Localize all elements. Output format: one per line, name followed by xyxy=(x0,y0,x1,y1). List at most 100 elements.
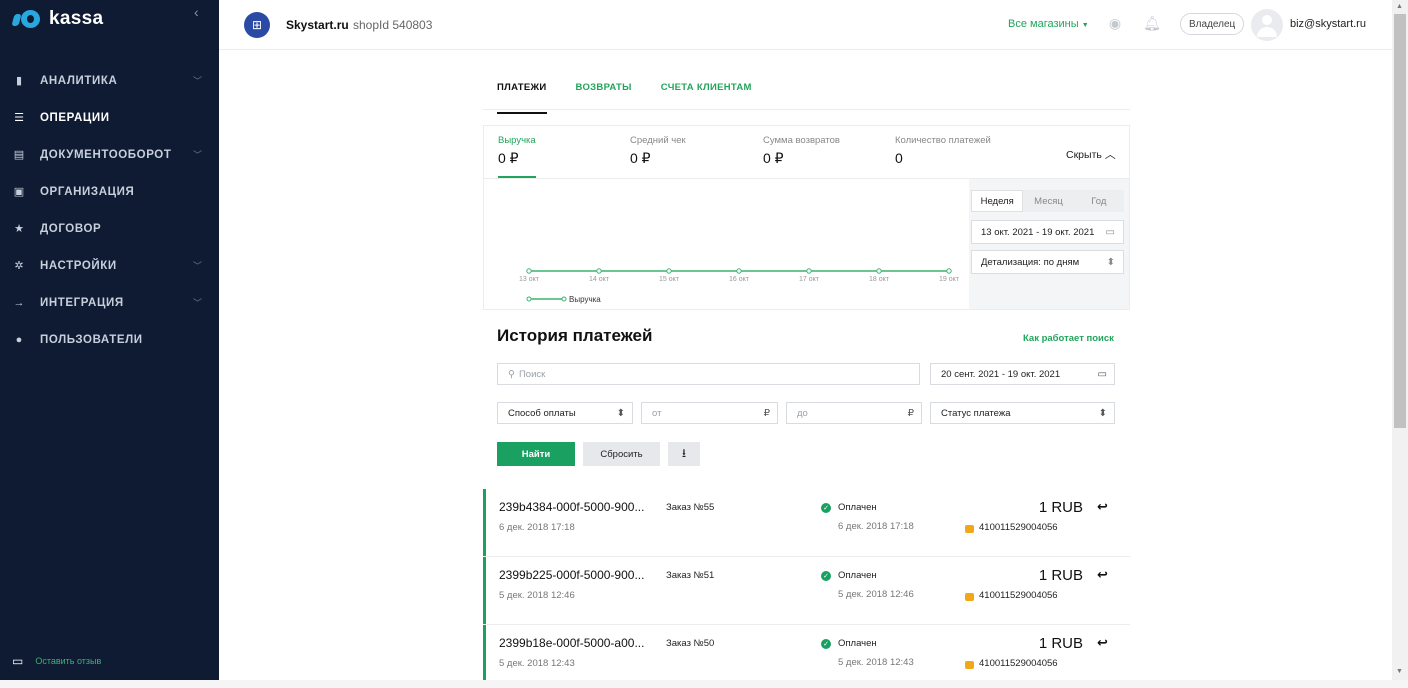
sidebar-item-label: ДОКУМЕНТООБОРОТ xyxy=(40,148,172,161)
refund-icon[interactable]: ↩ xyxy=(1097,567,1108,583)
organization-icon: ▣ xyxy=(13,186,25,198)
status-date: 5 дек. 2018 12:43 xyxy=(838,657,914,668)
payment-row[interactable]: 2399b18e-000f-5000-a00... 5 дек. 2018 12… xyxy=(483,625,1130,688)
app: kassa ‹ ▮ АНАЛИТИКА ﹀ ☰ ОПЕРАЦИИ ▤ ДОКУМ… xyxy=(0,0,1408,688)
x-tick-label: 13 окт xyxy=(519,276,540,283)
stat-refund-sum[interactable]: Сумма возвратов 0 ₽ xyxy=(763,135,840,167)
user-icon: ● xyxy=(15,333,23,346)
x-tick-label: 16 окт xyxy=(729,276,750,283)
sidebar-item-documents[interactable]: ▤ ДОКУМЕНТООБОРОТ ﹀ xyxy=(0,136,219,173)
payment-status: Оплачен xyxy=(838,570,877,581)
amount-from-placeholder: от xyxy=(652,407,662,419)
period-month[interactable]: Месяц xyxy=(1023,190,1074,212)
payment-amount: 1 RUB xyxy=(1038,635,1083,652)
stat-value: 0 ₽ xyxy=(498,150,519,166)
check-icon: ✓ xyxy=(821,639,831,649)
stats-card: Выручка 0 ₽ Средний чек 0 ₽ Сумма возвра… xyxy=(483,125,1130,310)
comment-icon: ▭ xyxy=(12,654,24,668)
wallet-icon xyxy=(965,525,974,533)
stat-payments-count[interactable]: Количество платежей 0 xyxy=(895,135,991,166)
scroll-thumb[interactable] xyxy=(1394,14,1406,428)
sidebar-item-settings[interactable]: ✲ НАСТРОЙКИ ﹀ xyxy=(0,247,219,284)
document-icon: ▤ xyxy=(13,149,25,161)
calendar-icon: ▭ xyxy=(1105,226,1115,238)
chart-date-range[interactable]: 13 окт. 2021 - 19 окт. 2021 ▭ xyxy=(971,220,1124,244)
tabs-divider xyxy=(483,109,1130,110)
gear-icon: ✲ xyxy=(14,260,24,272)
avatar[interactable] xyxy=(1251,9,1283,41)
hide-chart-button[interactable]: Скрыть ︿ xyxy=(1066,146,1116,162)
feedback-link[interactable]: ▭ Оставить отзыв xyxy=(12,654,101,668)
shop-name[interactable]: Skystart.ru xyxy=(286,18,349,32)
refund-icon[interactable]: ↩ xyxy=(1097,499,1108,515)
amount-to-input[interactable]: до ₽ xyxy=(786,402,922,424)
logo[interactable]: kassa xyxy=(11,8,103,30)
payment-amount: 1 RUB xyxy=(1038,499,1083,516)
payment-status-select[interactable]: Статус платежа ⬍ xyxy=(930,402,1115,424)
all-shops-dropdown[interactable]: Все магазины ▼ xyxy=(1008,18,1089,30)
sidebar-item-integration[interactable]: → ИНТЕГРАЦИЯ ﹀ xyxy=(0,284,219,321)
payment-date: 5 дек. 2018 12:43 xyxy=(499,658,575,669)
data-point[interactable] xyxy=(946,268,952,274)
status-date: 6 дек. 2018 17:18 xyxy=(838,521,914,532)
chevron-down-icon: ﹀ xyxy=(193,150,203,160)
check-icon: ✓ xyxy=(821,571,831,581)
page-scrollbar[interactable]: ▲ ▼ xyxy=(1392,0,1408,680)
data-point[interactable] xyxy=(526,268,532,274)
search-input[interactable]: ⚲ Поиск xyxy=(497,363,920,385)
scroll-down-icon[interactable]: ▼ xyxy=(1396,668,1403,675)
stat-caption: Средний чек xyxy=(630,135,686,146)
sidebar-item-operations[interactable]: ☰ ОПЕРАЦИИ xyxy=(0,99,219,136)
sidebar-item-label: АНАЛИТИКА xyxy=(40,74,118,87)
payment-method-label: Способ оплаты xyxy=(508,407,576,419)
payment-account: 410011529004056 xyxy=(979,590,1058,601)
sidebar-item-contract[interactable]: ★ ДОГОВОР xyxy=(0,210,219,247)
collapse-sidebar-icon[interactable]: ‹ xyxy=(194,4,199,20)
bottom-strip xyxy=(0,680,1408,688)
stat-value: 0 xyxy=(895,150,903,166)
payment-id[interactable]: 2399b18e-000f-5000-a00... xyxy=(499,636,644,650)
payment-row[interactable]: 239b4384-000f-5000-900... 6 дек. 2018 17… xyxy=(483,489,1130,557)
sidebar-item-label: ОПЕРАЦИИ xyxy=(40,111,110,124)
stat-revenue[interactable]: Выручка 0 ₽ xyxy=(498,135,536,167)
stat-average-check[interactable]: Средний чек 0 ₽ xyxy=(630,135,686,167)
row-status-bar xyxy=(483,557,486,624)
sidebar-item-label: ОРГАНИЗАЦИЯ xyxy=(40,185,135,198)
bell-icon[interactable]: 🔔︎ xyxy=(1143,15,1161,33)
detail-select[interactable]: Детализация: по дням ⬍ xyxy=(971,250,1124,274)
payment-id[interactable]: 2399b225-000f-5000-900... xyxy=(499,568,644,582)
find-button[interactable]: Найти xyxy=(497,442,575,466)
legend-label: Выручка xyxy=(569,295,601,304)
data-point[interactable] xyxy=(736,268,742,274)
reset-button[interactable]: Сбросить xyxy=(583,442,660,466)
payment-row[interactable]: 2399b225-000f-5000-900... 5 дек. 2018 12… xyxy=(483,557,1130,625)
sidebar-item-users[interactable]: ● ПОЛЬЗОВАТЕЛИ xyxy=(0,321,219,358)
star-icon: ★ xyxy=(14,223,24,235)
user-email[interactable]: biz@skystart.ru xyxy=(1290,18,1366,30)
sidebar-nav: ▮ АНАЛИТИКА ﹀ ☰ ОПЕРАЦИИ ▤ ДОКУМЕНТООБОР… xyxy=(0,62,219,358)
history-date-range-value: 20 сент. 2021 - 19 окт. 2021 xyxy=(941,368,1061,380)
data-point[interactable] xyxy=(596,268,602,274)
refund-icon[interactable]: ↩ xyxy=(1097,635,1108,651)
data-point[interactable] xyxy=(806,268,812,274)
support-icon[interactable]: ◉ xyxy=(1106,15,1124,33)
history-title: История платежей xyxy=(497,326,653,345)
amount-from-input[interactable]: от ₽ xyxy=(641,402,778,424)
data-point[interactable] xyxy=(666,268,672,274)
period-week[interactable]: Неделя xyxy=(971,190,1024,212)
legend-swatch-point xyxy=(526,296,532,302)
sidebar-item-organization[interactable]: ▣ ОРГАНИЗАЦИЯ xyxy=(0,173,219,210)
x-tick-label: 19 окт xyxy=(939,276,960,283)
how-search-works-link[interactable]: Как работает поиск xyxy=(1023,333,1114,344)
download-icon[interactable]: ⭳ xyxy=(668,442,700,466)
sidebar-item-analytics[interactable]: ▮ АНАЛИТИКА ﹀ xyxy=(0,62,219,99)
history-date-range[interactable]: 20 сент. 2021 - 19 окт. 2021 ▭ xyxy=(930,363,1115,385)
status-date: 5 дек. 2018 12:46 xyxy=(838,589,914,600)
data-point[interactable] xyxy=(876,268,882,274)
period-year[interactable]: Год xyxy=(1073,190,1124,212)
scroll-up-icon[interactable]: ▲ xyxy=(1396,3,1403,10)
stat-value: 0 ₽ xyxy=(763,150,784,166)
payment-id[interactable]: 239b4384-000f-5000-900... xyxy=(499,500,644,514)
payment-method-select[interactable]: Способ оплаты ⬍ xyxy=(497,402,633,424)
arrow-right-icon: → xyxy=(13,296,25,309)
